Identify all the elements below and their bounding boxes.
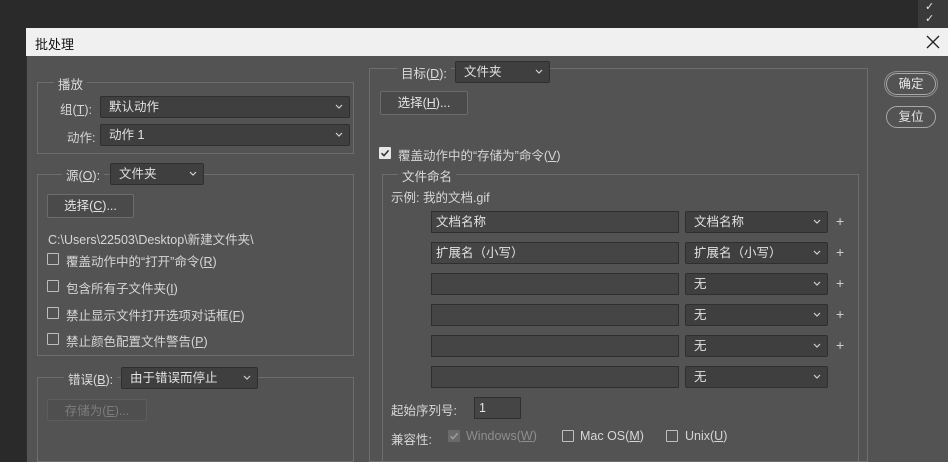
- naming-field-1[interactable]: 文档名称: [431, 211, 679, 233]
- add-row-icon[interactable]: +: [836, 275, 844, 291]
- naming-select-2-value: 扩展名（小写）: [694, 246, 782, 260]
- naming-select-5-value: 无: [694, 339, 707, 353]
- suppress-color-warnings-label: 禁止颜色配置文件警告(P): [66, 335, 208, 349]
- ok-button[interactable]: 确定: [886, 73, 936, 95]
- chevron-down-icon: [535, 69, 543, 74]
- save-as-button[interactable]: 存储为(E)...: [47, 399, 147, 421]
- set-select-value: 默认动作: [109, 100, 160, 114]
- destination-select-value: 文件夹: [464, 65, 502, 79]
- chevron-down-icon: [813, 312, 821, 317]
- check-icon: [380, 149, 390, 157]
- suppress-open-dialogs-checkbox[interactable]: [47, 307, 59, 319]
- errors-select[interactable]: 由于错误而停止: [121, 367, 258, 389]
- naming-field-6[interactable]: [431, 366, 679, 388]
- include-subfolders-label: 包含所有子文件夹(I): [66, 282, 178, 296]
- naming-select-4[interactable]: 无: [685, 304, 828, 326]
- set-select[interactable]: 默认动作: [100, 96, 350, 118]
- override-save-label: 覆盖动作中的“存储为”命令(V): [398, 149, 561, 163]
- override-open-label: 覆盖动作中的“打开”命令(R): [66, 255, 217, 269]
- naming-select-1[interactable]: 文档名称: [685, 211, 828, 233]
- serial-label: 起始序列号:: [391, 404, 457, 418]
- source-choose-button[interactable]: 选择(C)...: [47, 194, 134, 218]
- source-path: C:\Users\22503\Desktop\新建文件夹\: [48, 233, 254, 247]
- compat-windows-label: Windows(W): [466, 429, 537, 443]
- compat-unix-checkbox[interactable]: [666, 430, 678, 442]
- chevron-down-icon: [813, 343, 821, 348]
- chevron-down-icon: [813, 219, 821, 224]
- chevron-down-icon: [813, 281, 821, 286]
- destination-choose-button[interactable]: 选择(H)...: [380, 91, 468, 115]
- naming-field-4[interactable]: [431, 304, 679, 326]
- naming-field-3[interactable]: [431, 273, 679, 295]
- compat-macos-checkbox[interactable]: [562, 430, 574, 442]
- compat-label: 兼容性:: [391, 433, 432, 447]
- errors-select-value: 由于错误而停止: [130, 371, 218, 385]
- close-icon[interactable]: [922, 31, 944, 53]
- dialog-titlebar: 批处理: [26, 28, 948, 56]
- naming-select-4-value: 无: [694, 308, 707, 322]
- naming-field-5[interactable]: [431, 335, 679, 357]
- background-check-icon: ✓: [925, 13, 935, 25]
- action-select[interactable]: 动作 1: [100, 124, 350, 146]
- add-row-icon[interactable]: +: [836, 213, 844, 229]
- action-label: 动作:: [67, 131, 96, 145]
- naming-select-6[interactable]: 无: [685, 366, 828, 388]
- serial-input[interactable]: 1: [474, 397, 521, 419]
- naming-select-1-value: 文档名称: [694, 215, 745, 229]
- chevron-down-icon: [243, 375, 251, 380]
- add-row-icon[interactable]: +: [836, 337, 844, 353]
- naming-field-2[interactable]: 扩展名（小写）: [431, 242, 679, 264]
- set-label: 组(T):: [60, 103, 92, 117]
- check-icon: [449, 432, 459, 440]
- destination-select[interactable]: 文件夹: [455, 61, 550, 83]
- source-label: 源(O):: [62, 165, 105, 184]
- naming-select-3-value: 无: [694, 277, 707, 291]
- chevron-down-icon: [189, 171, 197, 176]
- file-naming-example: 示例: 我的文档.gif: [391, 191, 490, 205]
- include-subfolders-checkbox[interactable]: [47, 280, 59, 292]
- naming-select-3[interactable]: 无: [685, 273, 828, 295]
- destination-label: 目标(D):: [397, 63, 451, 82]
- add-row-icon[interactable]: +: [836, 306, 844, 322]
- add-row-icon[interactable]: +: [836, 244, 844, 260]
- compat-unix-label: Unix(U): [685, 429, 728, 443]
- naming-select-6-value: 无: [694, 370, 707, 384]
- chevron-down-icon: [813, 374, 821, 379]
- chevron-down-icon: [335, 104, 343, 109]
- source-select[interactable]: 文件夹: [110, 163, 204, 185]
- naming-select-2[interactable]: 扩展名（小写）: [685, 242, 828, 264]
- naming-select-5[interactable]: 无: [685, 335, 828, 357]
- suppress-color-warnings-checkbox[interactable]: [47, 333, 59, 345]
- source-select-value: 文件夹: [119, 167, 157, 181]
- compat-macos-label: Mac OS(M): [580, 429, 644, 443]
- chevron-down-icon: [813, 250, 821, 255]
- errors-label: 错误(B):: [64, 369, 118, 388]
- reset-button[interactable]: 复位: [886, 106, 936, 128]
- action-select-value: 动作 1: [109, 128, 145, 142]
- override-save-checkbox[interactable]: [379, 147, 391, 159]
- compat-windows-checkbox[interactable]: [448, 430, 460, 442]
- suppress-open-dialogs-label: 禁止显示文件打开选项对话框(F): [66, 309, 245, 323]
- dialog-title: 批处理: [35, 37, 75, 52]
- override-open-checkbox[interactable]: [47, 253, 59, 265]
- play-legend: 播放: [54, 74, 88, 93]
- file-naming-legend: 文件命名: [398, 166, 457, 185]
- chevron-down-icon: [335, 132, 343, 137]
